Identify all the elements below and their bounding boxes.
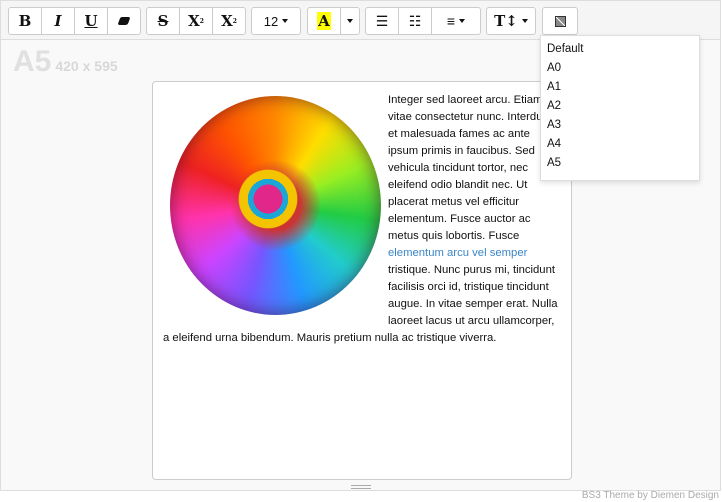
highlight-dropdown[interactable] bbox=[340, 7, 360, 35]
resize-icon bbox=[554, 15, 566, 27]
menu-item-a1[interactable]: A1 bbox=[541, 78, 699, 97]
menu-item-a4[interactable]: A4 bbox=[541, 135, 699, 154]
script-group: S X2 X2 bbox=[146, 7, 246, 35]
numbered-list-button[interactable]: ☷ bbox=[398, 7, 432, 35]
line-height-dropdown[interactable]: T↕ bbox=[486, 7, 536, 35]
font-size-group: 12 bbox=[251, 7, 301, 35]
page-size-name: A5 bbox=[13, 45, 52, 78]
color-group: A bbox=[307, 7, 360, 35]
document-page[interactable]: Integer sed laoreet arcu. Etiam vitae co… bbox=[152, 81, 572, 480]
superscript-label: X bbox=[188, 12, 200, 30]
caret-down-icon bbox=[282, 19, 289, 23]
footer-credit: BS3 Theme by Diemen Design bbox=[581, 490, 719, 501]
superscript-button[interactable]: X2 bbox=[179, 7, 213, 35]
resize-grip[interactable] bbox=[351, 485, 371, 489]
font-size-dropdown[interactable]: 12 bbox=[251, 7, 301, 35]
line-height-group: T↕ bbox=[486, 7, 536, 35]
highlight-button[interactable]: A bbox=[307, 7, 341, 35]
bold-button[interactable]: B bbox=[8, 7, 42, 35]
font-size-value: 12 bbox=[263, 13, 279, 29]
format-group: B I U bbox=[8, 7, 141, 35]
body-link[interactable]: elementum arcu vel semper bbox=[388, 247, 527, 259]
sup-mark: 2 bbox=[199, 17, 204, 25]
strikethrough-button[interactable]: S bbox=[146, 7, 180, 35]
align-dropdown[interactable]: ≡ bbox=[431, 7, 481, 35]
underline-button[interactable]: U bbox=[74, 7, 108, 35]
eraser-icon bbox=[117, 17, 131, 25]
menu-item-a5[interactable]: A5 bbox=[541, 154, 699, 173]
bullet-list-icon: ☰ bbox=[375, 12, 389, 29]
mandala-image bbox=[163, 92, 388, 328]
menu-item-a0[interactable]: A0 bbox=[541, 59, 699, 78]
caret-down-icon bbox=[459, 19, 466, 23]
line-height-icon: T↕ bbox=[494, 12, 518, 30]
yin-yang-icon bbox=[235, 164, 301, 234]
menu-item-a3[interactable]: A3 bbox=[541, 116, 699, 135]
clear-format-button[interactable] bbox=[107, 7, 141, 35]
subscript-label: X bbox=[221, 12, 233, 30]
subscript-button[interactable]: X2 bbox=[212, 7, 246, 35]
menu-item-a2[interactable]: A2 bbox=[541, 97, 699, 116]
sub-mark: 2 bbox=[232, 17, 237, 25]
page-size-menu: Default A0 A1 A2 A3 A4 A5 bbox=[540, 35, 700, 181]
italic-button[interactable]: I bbox=[41, 7, 75, 35]
page-size-group bbox=[542, 7, 578, 35]
page-size-button[interactable] bbox=[542, 7, 578, 35]
numbered-list-icon: ☷ bbox=[408, 12, 422, 29]
list-group: ☰ ☷ ≡ bbox=[365, 7, 481, 35]
page-dimensions: 420 x 595 bbox=[55, 58, 118, 74]
align-left-icon: ≡ bbox=[446, 13, 456, 29]
caret-down-icon bbox=[521, 19, 528, 23]
menu-item-default[interactable]: Default bbox=[541, 40, 699, 59]
body-text: Integer sed laoreet arcu. Etiam vitae co… bbox=[388, 94, 552, 242]
highlight-icon: A bbox=[317, 12, 331, 30]
bullet-list-button[interactable]: ☰ bbox=[365, 7, 399, 35]
caret-down-icon bbox=[347, 19, 353, 23]
page-size-label: A5 420 x 595 bbox=[13, 45, 118, 79]
